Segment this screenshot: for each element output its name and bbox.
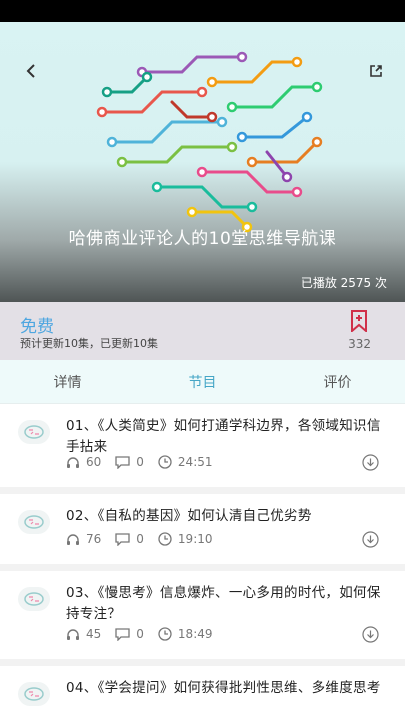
comments-count: 0 (136, 532, 144, 546)
tab-reviews[interactable]: 评价 (270, 360, 405, 403)
episode-meta: 60 0 24:51 (66, 455, 227, 469)
plays-stat: 76 (66, 532, 101, 546)
play-count: 已播放 2575 次 (300, 276, 387, 290)
headphones-icon (67, 456, 79, 468)
brain-icon (24, 592, 44, 606)
back-button[interactable] (18, 58, 44, 84)
episode-item[interactable]: 01、《人类简史》如何打通学科边界，各领域知识信手拈来 60 0 24:51 (0, 404, 405, 494)
duration: 19:10 (177, 532, 213, 546)
clock-icon (158, 455, 172, 469)
comments-stat: 0 (115, 627, 144, 641)
episode-item[interactable]: 04、《学会提问》如何获得批判性思维、多维度思考 (0, 666, 405, 720)
plays-count: 76 (86, 532, 102, 546)
favorite-count: 332 (348, 337, 371, 351)
brain-icon (24, 687, 44, 701)
episode-item[interactable]: 03、《慢思考》信息爆炸、一心多用的时代，如何保持专注？ 45 0 18:49 (0, 571, 405, 666)
comments-stat: 0 (115, 532, 144, 546)
comments-count: 0 (136, 455, 144, 469)
price-label: 免费 (20, 317, 54, 337)
episode-list: 01、《人类简史》如何打通学科边界，各领域知识信手拈来 60 0 24:51 0… (0, 404, 405, 720)
brain-circuit-illustration (96, 51, 323, 233)
brain-icon (24, 425, 44, 439)
headphones-icon (67, 533, 79, 545)
episode-title: 04、《学会提问》如何获得批判性思维、多维度思考 (66, 680, 381, 696)
download-icon[interactable] (362, 531, 379, 548)
episode-thumbnail (18, 587, 50, 611)
duration-stat: 19:10 (158, 532, 213, 546)
episode-title: 02、《自私的基因》如何认清自己优劣势 (66, 508, 312, 524)
share-icon (370, 65, 382, 77)
episode-title: 01、《人类简史》如何打通学科边界，各领域知识信手拈来 (66, 418, 381, 455)
episode-item[interactable]: 02、《自私的基因》如何认清自己优劣势 76 0 19:10 (0, 494, 405, 571)
download-icon[interactable] (362, 454, 379, 471)
comment-icon (115, 627, 130, 641)
comment-icon (115, 455, 130, 469)
brain-icon (24, 515, 44, 529)
episode-thumbnail (18, 510, 50, 534)
back-arrow-icon (26, 64, 35, 78)
plays-count: 60 (86, 455, 102, 469)
hero-banner: 哈佛商业评论人的10堂思维导航课 已播放 2575 次 (0, 22, 405, 302)
update-info: 预计更新10集，已更新10集 (20, 337, 158, 350)
duration-stat: 18:49 (158, 627, 213, 641)
status-bar (0, 0, 405, 22)
plays-stat: 60 (66, 455, 101, 469)
plays-stat: 45 (66, 627, 101, 641)
duration: 24:51 (177, 455, 213, 469)
share-button[interactable] (365, 60, 387, 82)
tab-bar: 详情 节目 评价 (0, 360, 405, 404)
episode-thumbnail (18, 420, 50, 444)
episode-meta: 76 0 19:10 (66, 532, 227, 546)
comments-count: 0 (136, 627, 144, 641)
headphones-icon (67, 628, 79, 640)
download-icon[interactable] (362, 626, 379, 643)
episode-thumbnail (18, 682, 50, 706)
price-bar: 免费 预计更新10集，已更新10集 332 (0, 302, 405, 360)
bookmark-plus-icon[interactable] (349, 310, 369, 332)
comments-stat: 0 (115, 455, 144, 469)
tab-details[interactable]: 详情 (0, 360, 135, 403)
comment-icon (115, 532, 130, 546)
tab-episodes[interactable]: 节目 (135, 360, 270, 403)
clock-icon (158, 627, 172, 641)
plays-count: 45 (86, 627, 102, 641)
duration-stat: 24:51 (158, 455, 213, 469)
course-title: 哈佛商业评论人的10堂思维导航课 (68, 229, 337, 249)
episode-title: 03、《慢思考》信息爆炸、一心多用的时代，如何保持专注？ (66, 585, 381, 622)
duration: 18:49 (177, 627, 213, 641)
episode-meta: 45 0 18:49 (66, 627, 227, 641)
clock-icon (158, 532, 172, 546)
